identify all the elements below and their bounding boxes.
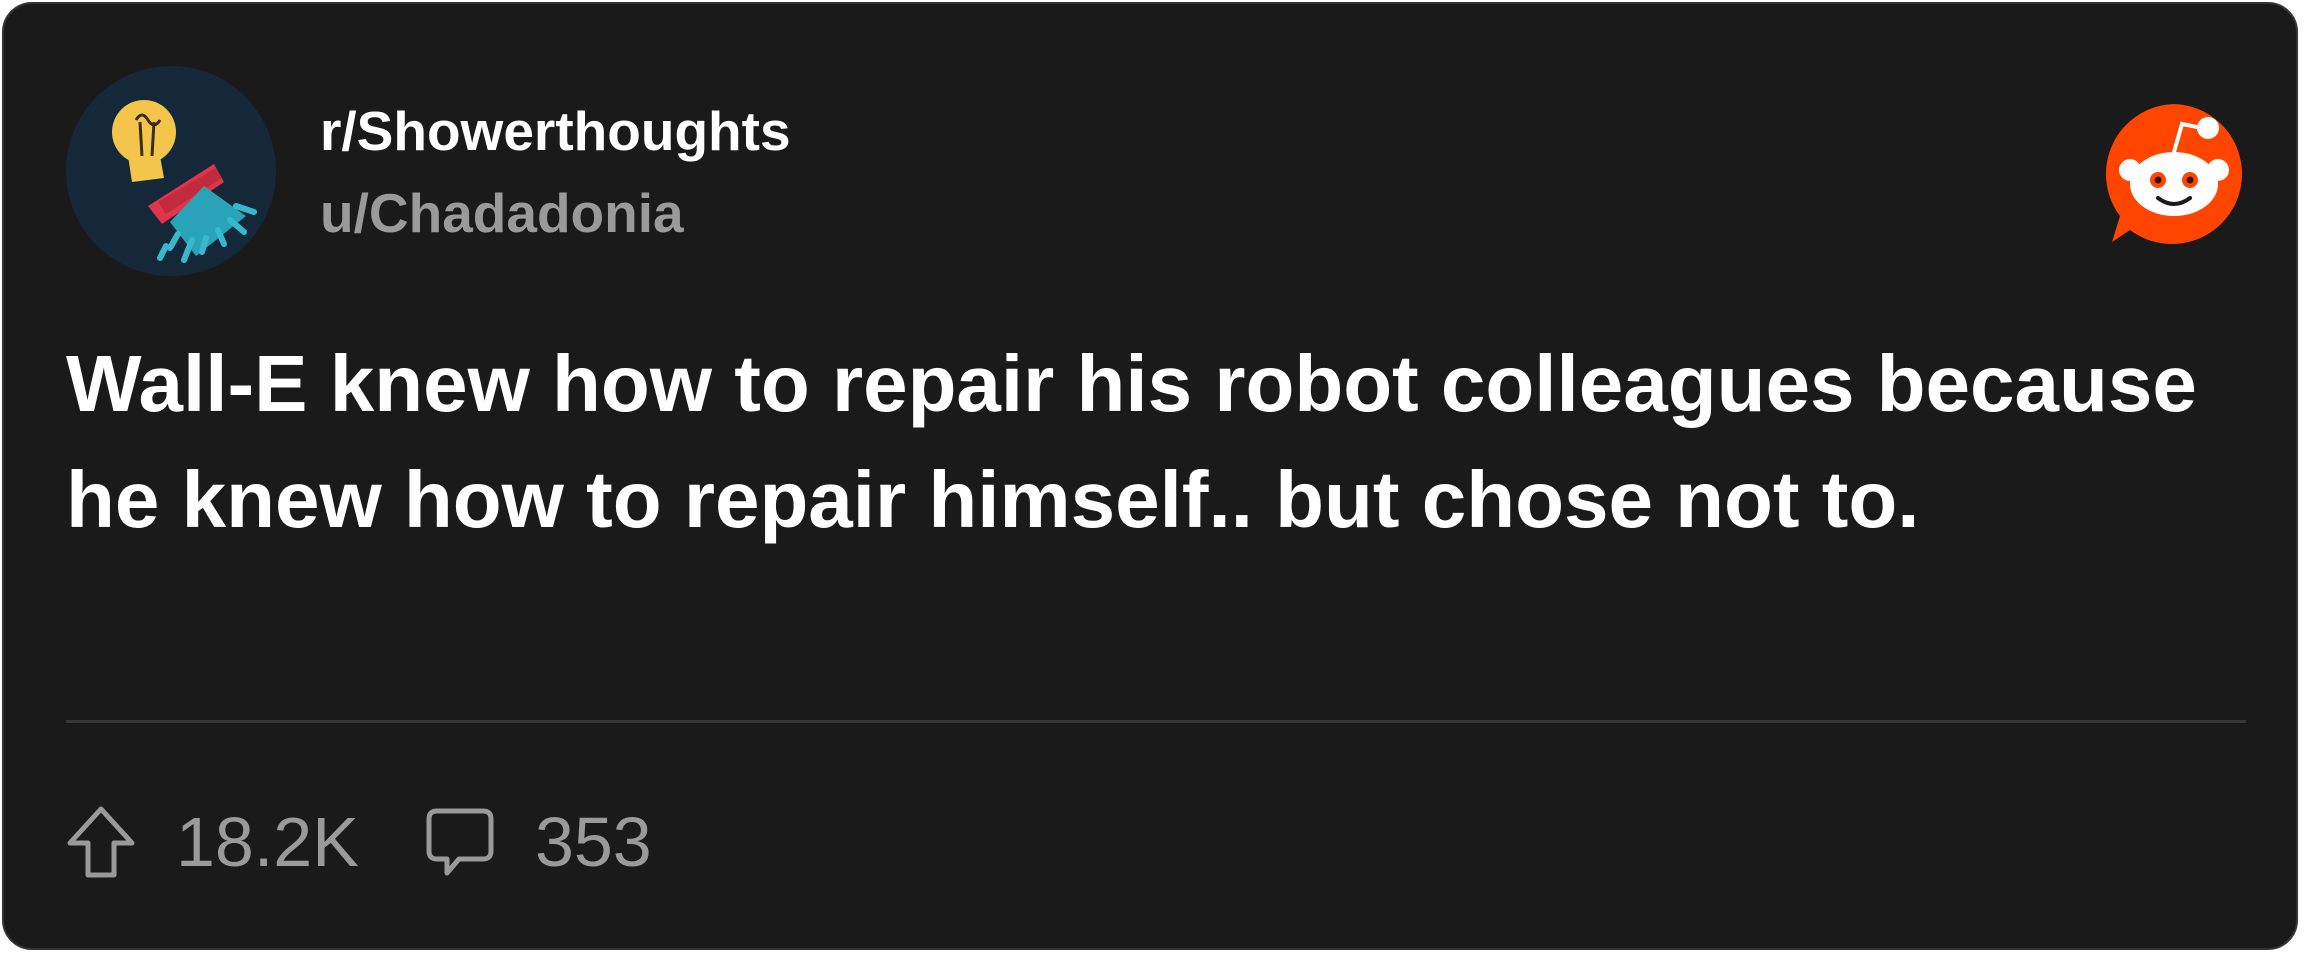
upvote-arrow-icon[interactable] [66, 805, 136, 879]
post-stats: 18.2K 353 [66, 802, 652, 882]
reddit-snoo-icon [2100, 100, 2248, 248]
comment-count: 353 [534, 803, 652, 881]
author-name[interactable]: u/Chadadonia [320, 186, 684, 241]
upvote-count: 18.2K [176, 803, 359, 881]
divider [66, 720, 2246, 723]
subreddit-avatar[interactable] [66, 66, 276, 276]
subreddit-name[interactable]: r/Showerthoughts [320, 104, 791, 159]
post-card[interactable]: r/Showerthoughts u/Chadadonia Wall-E kne… [2, 2, 2298, 950]
comment-bubble-icon[interactable] [425, 805, 495, 879]
showerthoughts-lightbulb-icon [112, 100, 257, 263]
post-title[interactable]: Wall-E knew how to repair his robot coll… [66, 326, 2246, 558]
